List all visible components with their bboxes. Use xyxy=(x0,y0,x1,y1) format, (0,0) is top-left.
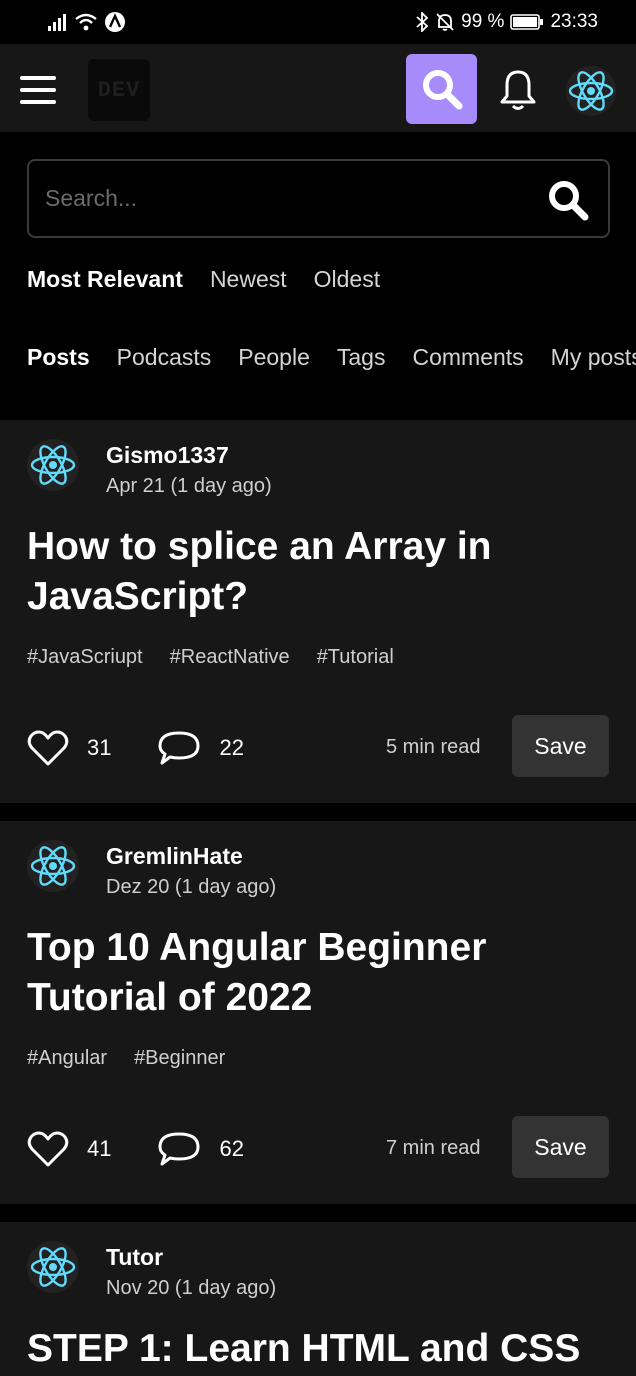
post-title[interactable]: STEP 1: Learn HTML and CSS xyxy=(27,1324,607,1374)
post-tags: #Angular #Beginner xyxy=(27,1047,225,1070)
category-tabs: Posts Podcasts People Tags Comments My p… xyxy=(27,344,636,371)
heart-icon[interactable] xyxy=(27,729,69,767)
tab-newest[interactable]: Newest xyxy=(210,266,287,293)
tag-link[interactable]: #Angular xyxy=(27,1047,107,1070)
clock: 23:33 xyxy=(550,11,598,32)
search-icon xyxy=(422,70,462,110)
bluetooth-icon xyxy=(416,12,429,32)
post-date: Dez 20 (1 day ago) xyxy=(106,876,277,898)
comments-count: 62 xyxy=(219,1136,244,1161)
react-avatar-icon xyxy=(30,846,76,886)
tab-oldest[interactable]: Oldest xyxy=(314,266,380,293)
tag-link[interactable]: #Tutorial xyxy=(317,646,394,669)
comment-icon[interactable] xyxy=(157,1130,201,1168)
signal-icon xyxy=(48,14,66,31)
author-name[interactable]: Gismo1337 xyxy=(106,442,229,469)
post-title[interactable]: How to splice an Array in JavaScript? xyxy=(27,522,607,622)
battery-percent: 99 % xyxy=(461,11,505,32)
save-button[interactable]: Save xyxy=(512,1116,609,1178)
likes-count: 41 xyxy=(87,1136,112,1161)
react-avatar-icon xyxy=(30,445,76,485)
post-title[interactable]: Top 10 Angular Beginner Tutorial of 2022 xyxy=(27,923,607,1023)
profile-avatar[interactable] xyxy=(566,66,616,116)
read-time: 7 min read xyxy=(386,1137,481,1159)
tab-tags[interactable]: Tags xyxy=(337,344,386,371)
tab-my-posts[interactable]: My posts xyxy=(551,344,636,371)
sort-tabs: Most Relevant Newest Oldest xyxy=(27,266,380,293)
tab-podcasts[interactable]: Podcasts xyxy=(117,344,212,371)
comments-count: 22 xyxy=(219,735,244,760)
tab-comments[interactable]: Comments xyxy=(412,344,523,371)
tag-link[interactable]: #JavaScriupt xyxy=(27,646,143,669)
status-bar: 99 % 23:33 xyxy=(0,0,636,44)
author-name[interactable]: GremlinHate xyxy=(106,843,243,870)
post-date: Apr 21 (1 day ago) xyxy=(106,475,272,497)
search-field xyxy=(27,159,610,238)
wifi-icon xyxy=(75,13,97,31)
tab-people[interactable]: People xyxy=(238,344,310,371)
save-button[interactable]: Save xyxy=(512,715,609,777)
dev-logo[interactable]: DEV xyxy=(88,59,150,121)
post-card[interactable]: Tutor Nov 20 (1 day ago) STEP 1: Learn H… xyxy=(0,1222,636,1376)
tag-link[interactable]: #ReactNative xyxy=(170,646,290,669)
heart-icon[interactable] xyxy=(27,1130,69,1168)
app-notification-icon xyxy=(105,12,125,32)
read-time: 5 min read xyxy=(386,736,481,758)
post-card[interactable]: GremlinHate Dez 20 (1 day ago) Top 10 An… xyxy=(0,821,636,1204)
author-avatar[interactable] xyxy=(27,840,79,892)
tab-posts[interactable]: Posts xyxy=(27,344,90,371)
menu-icon[interactable] xyxy=(20,76,58,104)
tag-link[interactable]: #Beginner xyxy=(134,1047,225,1070)
tab-most-relevant[interactable]: Most Relevant xyxy=(27,266,183,293)
post-tags: #JavaScriupt #ReactNative #Tutorial xyxy=(27,646,394,669)
react-avatar-icon xyxy=(30,1247,76,1287)
post-card[interactable]: Gismo1337 Apr 21 (1 day ago) How to spli… xyxy=(0,420,636,803)
battery-icon xyxy=(510,14,544,30)
react-avatar-icon xyxy=(568,71,614,111)
search-button[interactable] xyxy=(406,54,477,124)
comment-icon[interactable] xyxy=(157,729,201,767)
post-date: Nov 20 (1 day ago) xyxy=(106,1277,277,1299)
search-submit-icon[interactable] xyxy=(546,178,590,222)
likes-count: 31 xyxy=(87,735,112,760)
author-avatar[interactable] xyxy=(27,1241,79,1293)
search-input[interactable] xyxy=(45,161,525,236)
notifications-button[interactable] xyxy=(496,66,540,114)
app-header: DEV xyxy=(0,44,636,132)
reactions-bar: 41 62 xyxy=(27,1127,290,1171)
author-avatar[interactable] xyxy=(27,439,79,491)
bell-icon xyxy=(500,70,536,110)
reactions-bar: 31 22 xyxy=(27,726,290,770)
mute-icon xyxy=(436,13,454,31)
author-name[interactable]: Tutor xyxy=(106,1244,163,1271)
